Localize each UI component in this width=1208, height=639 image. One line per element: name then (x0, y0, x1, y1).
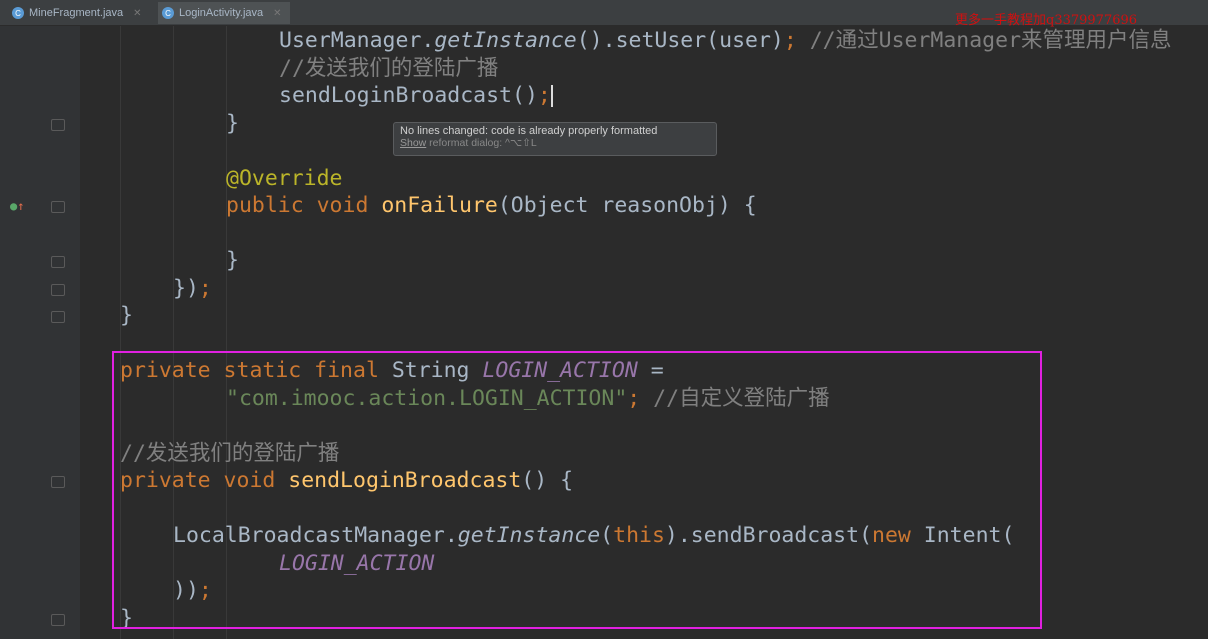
code-line[interactable]: } (120, 302, 133, 329)
text-caret (550, 85, 553, 107)
code-token: UserManager. (279, 28, 435, 53)
override-marker-icon[interactable]: ●↑ (10, 199, 24, 213)
close-icon[interactable]: ✕ (133, 8, 141, 19)
code-line[interactable]: //发送我们的登陆广播 (279, 55, 498, 82)
code-token: (Object reasonObj) { (497, 193, 757, 218)
tab-login-activity[interactable]: C LoginActivity.java ✕ (158, 2, 290, 24)
code-token: getInstance (434, 28, 577, 53)
highlight-box (112, 351, 1042, 629)
code-token: ().setUser(user) (576, 28, 784, 53)
class-icon: C (162, 7, 174, 19)
show-reformat-link[interactable]: Show (400, 137, 426, 149)
fold-marker-icon[interactable] (51, 311, 65, 323)
tab-label: MineFragment.java (29, 7, 124, 19)
code-line[interactable]: sendLoginBroadcast(); (279, 82, 553, 109)
code-token: } (226, 248, 239, 273)
code-line[interactable]: public void onFailure(Object reasonObj) … (226, 192, 757, 219)
code-token: ; (198, 275, 212, 301)
code-token: //发送我们的登陆广播 (279, 55, 499, 81)
code-token: @Override (226, 165, 343, 191)
code-token: onFailure (381, 193, 498, 218)
code-token: ; (783, 28, 797, 53)
code-token: ; (537, 83, 551, 108)
class-icon: C (12, 7, 24, 19)
code-line[interactable]: @Override (226, 165, 343, 192)
tooltip-message: No lines changed: code is already proper… (400, 125, 658, 137)
code-line[interactable]: } (226, 247, 239, 274)
code-token: } (226, 110, 239, 136)
watermark: 更多一手教程加q3379977696 (955, 13, 1138, 28)
fold-marker-icon[interactable] (51, 118, 65, 131)
fold-marker-icon[interactable] (51, 476, 65, 488)
code-token: public void (226, 193, 382, 218)
code-token: sendLoginBroadcast() (279, 83, 538, 108)
close-icon[interactable]: ✕ (273, 8, 281, 19)
code-token: }) (173, 275, 199, 301)
code-token: //通过UserManager来管理用户信息 (796, 28, 1172, 53)
tab-label: LoginActivity.java (179, 7, 264, 19)
editor-gutter (0, 26, 80, 639)
fold-marker-icon[interactable] (51, 256, 65, 268)
fold-marker-icon[interactable] (51, 613, 65, 626)
code-line[interactable]: } (226, 110, 239, 137)
fold-marker-icon[interactable] (51, 201, 65, 213)
tab-mine-fragment[interactable]: C MineFragment.java ✕ (8, 2, 150, 24)
code-line[interactable]: }); (173, 275, 212, 302)
code-token: } (120, 303, 133, 328)
fold-marker-icon[interactable] (51, 283, 65, 296)
code-line[interactable]: UserManager.getInstance().setUser(user);… (279, 27, 1172, 54)
format-tooltip: No lines changed: code is already proper… (393, 122, 717, 156)
tooltip-shortcut: reformat dialog: ^⌥⇧L (426, 137, 537, 149)
